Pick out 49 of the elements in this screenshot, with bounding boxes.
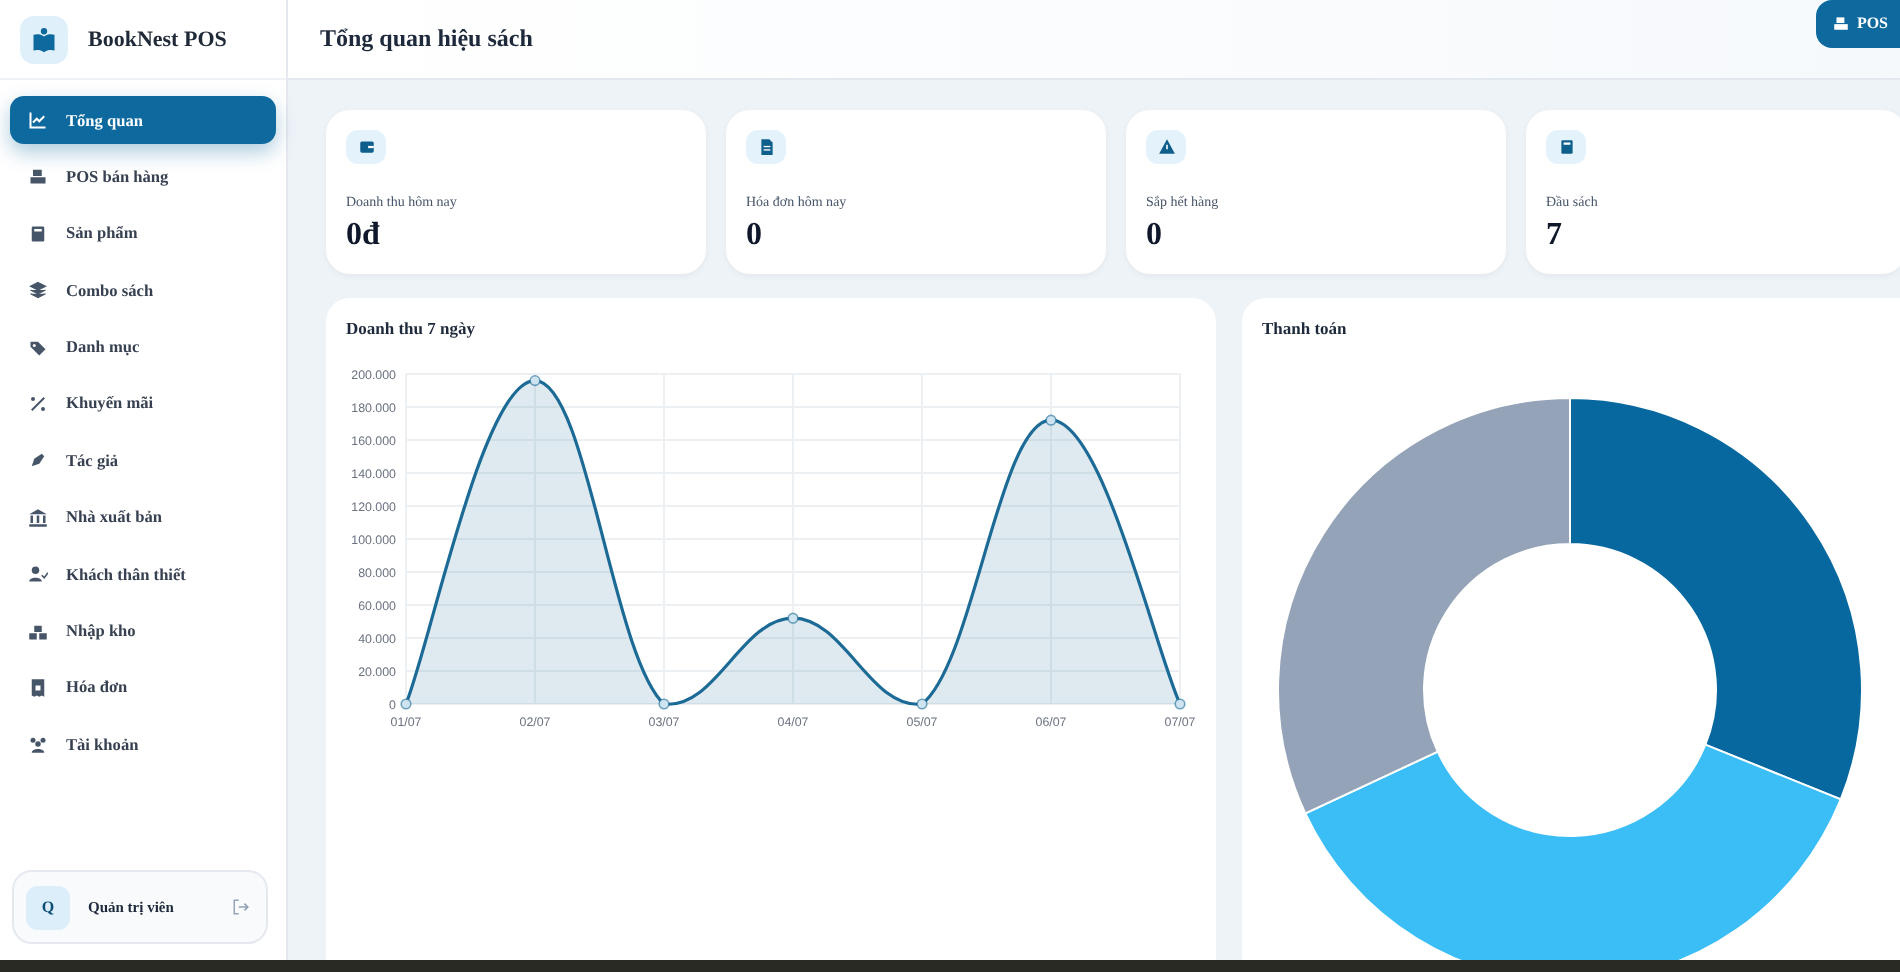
nav-item[interactable]: Danh mục [10, 323, 276, 372]
data-point [787, 612, 799, 624]
data-point [400, 698, 412, 710]
logout-button[interactable] [232, 898, 250, 916]
receipt-icon [28, 677, 48, 698]
user-avatar: Q [26, 885, 70, 929]
percent-icon [28, 393, 48, 414]
nav-item[interactable]: Tài khoản [10, 720, 276, 769]
boxes-icon [28, 621, 48, 642]
nav-item[interactable]: POS bán hàng [10, 152, 276, 201]
nav-item[interactable]: Hóa đơn [10, 663, 276, 712]
nav-item[interactable]: Tổng quan [10, 96, 276, 144]
chart-title: Doanh thu 7 ngày [346, 318, 477, 338]
pen-icon [28, 450, 48, 471]
layers-icon [28, 280, 48, 301]
pos-button[interactable]: POS [1816, 0, 1900, 47]
book-icon [1557, 138, 1575, 156]
data-point [1045, 414, 1057, 426]
bank-icon [28, 507, 48, 528]
nav-item[interactable]: Combo sách [10, 266, 276, 315]
nav-item[interactable]: Khuyến mãi [10, 379, 276, 428]
nav-item[interactable]: Nhà xuất bản [10, 493, 276, 542]
data-point [658, 698, 670, 710]
stat-value: 7 [1546, 218, 1564, 254]
data-point [529, 375, 541, 387]
brand-name: BookNest POS [88, 27, 227, 51]
stat-value: 0 [746, 218, 764, 254]
data-point [916, 698, 928, 710]
cash-register-icon [28, 166, 48, 187]
page-title: Tổng quan hiệu sách [320, 24, 533, 54]
line-chart-icon [28, 110, 48, 130]
chart-title: Thanh toán [1262, 318, 1349, 338]
warning-icon [1157, 138, 1175, 156]
users-icon [28, 734, 48, 755]
nav-item[interactable]: Nhập kho [10, 607, 276, 656]
document-icon [757, 138, 775, 156]
tags-icon [28, 337, 48, 358]
wallet-icon [357, 138, 375, 156]
book-reader-icon [30, 25, 58, 53]
stat-value: 0đ [346, 218, 382, 254]
book-icon [28, 223, 48, 244]
nav-item[interactable]: Tác giả [10, 436, 276, 485]
nav-item[interactable]: Sản phẩm [10, 209, 276, 258]
stat-value: 0 [1146, 218, 1164, 254]
cash-register-icon [1832, 14, 1851, 32]
logout-icon [232, 898, 250, 916]
nav-item[interactable]: Khách thân thiết [10, 550, 276, 599]
user-check-icon [28, 564, 48, 585]
data-point [1174, 698, 1186, 710]
